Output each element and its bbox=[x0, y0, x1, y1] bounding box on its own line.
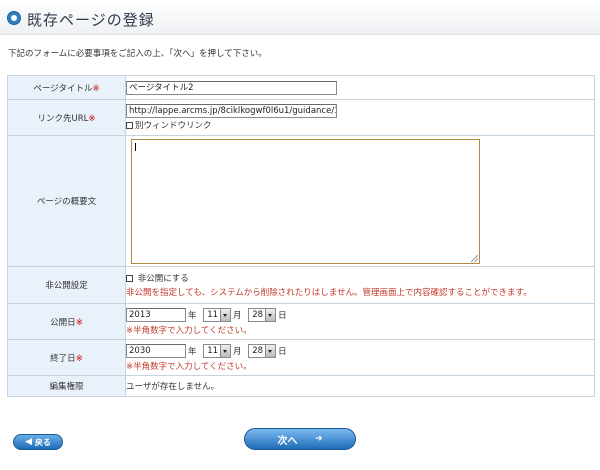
text-caret bbox=[135, 143, 136, 151]
end-day-value: 28 bbox=[252, 345, 264, 356]
private-note: 非公開を指定しても、システムから削除されたりはしません。管理画面上で内容確認する… bbox=[126, 288, 532, 298]
required-mark: ※ bbox=[92, 83, 100, 94]
end-month-select[interactable]: 11 bbox=[203, 343, 232, 358]
page-title-label-text: ページタイトル bbox=[33, 83, 93, 94]
required-mark: ※ bbox=[75, 353, 83, 364]
permission-value: ユーザが存在しません。 bbox=[125, 375, 595, 397]
publish-month-select[interactable]: 11 bbox=[203, 307, 232, 322]
arrow-right-icon: ➜ bbox=[314, 434, 323, 444]
link-url-input[interactable]: http://lappe.arcms.jp/8ciklkogwf0l6u1/gu… bbox=[126, 104, 337, 118]
intro-text: 下記のフォームに必要事項をご記入の上、「次へ」を押して下さい。 bbox=[8, 49, 267, 59]
next-button[interactable]: 次へ ➜ bbox=[244, 428, 356, 450]
registration-form: ページタイトル※ ページタイトル2 リンク先URL※ http://lappe.… bbox=[7, 75, 595, 397]
required-mark: ※ bbox=[75, 317, 83, 328]
end-date-label: 終了日※ bbox=[7, 339, 126, 376]
end-date-cell: 2030 年 11 月 28 日 ※半角数字で入力してください。 bbox=[125, 339, 595, 376]
day-unit: 日 bbox=[278, 346, 287, 357]
summary-cell bbox=[125, 135, 595, 267]
publish-date-note: ※半角数字で入力してください。 bbox=[126, 325, 252, 336]
private-cell: 非公開にする 非公開を指定しても、システムから削除されたりはしません。管理画面上… bbox=[125, 266, 595, 304]
row-link-url: リンク先URL※ http://lappe.arcms.jp/8ciklkogw… bbox=[7, 99, 595, 136]
row-summary: ページの概要文 bbox=[7, 135, 595, 267]
row-private: 非公開設定 非公開にする 非公開を指定しても、システムから削除されたりはしません… bbox=[7, 266, 595, 304]
publish-date-label: 公開日※ bbox=[7, 303, 126, 340]
end-date-note: ※半角数字で入力してください。 bbox=[126, 361, 252, 372]
publish-day-select[interactable]: 28 bbox=[248, 307, 277, 322]
permission-label: 編集権限 bbox=[7, 375, 126, 397]
link-url-label: リンク先URL※ bbox=[7, 99, 126, 136]
year-unit: 年 bbox=[188, 310, 197, 321]
publish-date-label-text: 公開日 bbox=[50, 317, 76, 328]
private-checkbox[interactable] bbox=[126, 275, 133, 282]
row-publish-date: 公開日※ 2013 年 11 月 28 日 ※半角数字で入力してください。 bbox=[7, 303, 595, 340]
arrow-left-icon: ◀ bbox=[25, 437, 33, 447]
next-button-label: 次へ bbox=[277, 435, 298, 447]
dropdown-arrow-icon bbox=[265, 308, 276, 321]
page-title: 既存ページの登録 bbox=[27, 11, 155, 29]
day-unit: 日 bbox=[278, 310, 287, 321]
back-button[interactable]: ◀ 戻る bbox=[13, 434, 63, 450]
page-header: 既存ページの登録 bbox=[0, 0, 600, 35]
row-end-date: 終了日※ 2030 年 11 月 28 日 ※半角数字で入力してください。 bbox=[7, 339, 595, 376]
private-checkbox-label: 非公開にする bbox=[137, 274, 189, 284]
end-day-select[interactable]: 28 bbox=[248, 343, 277, 358]
page-title-input[interactable]: ページタイトル2 bbox=[126, 80, 337, 95]
month-unit: 月 bbox=[233, 310, 242, 321]
dropdown-arrow-icon bbox=[265, 344, 276, 357]
resize-grip-icon[interactable] bbox=[471, 255, 478, 262]
link-url-label-text: リンク先URL bbox=[37, 113, 89, 124]
publish-year-input[interactable]: 2013 bbox=[126, 307, 186, 322]
publish-day-value: 28 bbox=[252, 309, 264, 320]
end-year-input[interactable]: 2030 bbox=[126, 343, 186, 358]
end-month-value: 11 bbox=[207, 345, 219, 356]
bullet-circle-icon bbox=[7, 11, 21, 25]
page-title-label: ページタイトル※ bbox=[7, 75, 126, 100]
row-page-title: ページタイトル※ ページタイトル2 bbox=[7, 75, 595, 100]
private-label: 非公開設定 bbox=[7, 266, 126, 304]
dropdown-arrow-icon bbox=[220, 308, 231, 321]
back-button-label: 戻る bbox=[34, 437, 51, 447]
dropdown-arrow-icon bbox=[220, 344, 231, 357]
publish-date-cell: 2013 年 11 月 28 日 ※半角数字で入力してください。 bbox=[125, 303, 595, 340]
end-date-label-text: 終了日 bbox=[50, 353, 76, 364]
link-url-cell: http://lappe.arcms.jp/8ciklkogwf0l6u1/gu… bbox=[125, 99, 595, 136]
new-window-label: 別ウィンドウリンク bbox=[135, 121, 212, 131]
required-mark: ※ bbox=[88, 113, 96, 124]
new-window-checkbox[interactable] bbox=[126, 122, 133, 129]
page-title-cell: ページタイトル2 bbox=[125, 75, 595, 100]
summary-label: ページの概要文 bbox=[7, 135, 126, 267]
month-unit: 月 bbox=[233, 346, 242, 357]
publish-month-value: 11 bbox=[207, 309, 219, 320]
row-permission: 編集権限 ユーザが存在しません。 bbox=[7, 375, 595, 397]
year-unit: 年 bbox=[188, 346, 197, 357]
summary-textarea[interactable] bbox=[131, 139, 480, 264]
